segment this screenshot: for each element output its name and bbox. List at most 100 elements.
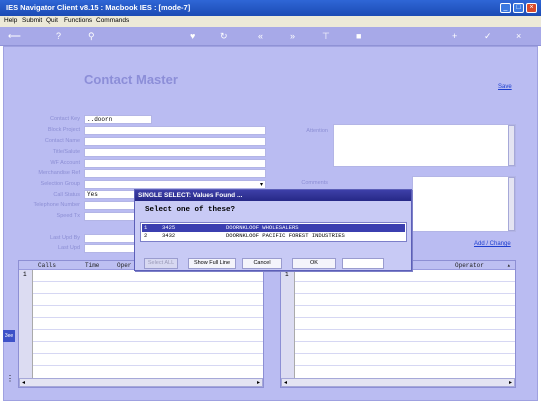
- label-telephone: Telephone Number: [33, 202, 80, 208]
- label-contact-name: Contact Name: [44, 138, 80, 144]
- table-row[interactable]: [295, 282, 515, 294]
- title-salute-field[interactable]: [84, 148, 266, 157]
- menu-quit[interactable]: Quit: [46, 17, 58, 24]
- menu-functions[interactable]: Functions: [64, 17, 92, 24]
- select-all-button[interactable]: Select ALL: [144, 258, 178, 269]
- fast-forward-icon[interactable]: »: [290, 31, 295, 41]
- menu-commands[interactable]: Commands: [96, 17, 129, 24]
- refresh-icon[interactable]: ↻: [220, 31, 228, 41]
- label-contact-key: Contact Key: [50, 116, 80, 122]
- table-row[interactable]: [295, 342, 515, 354]
- close-icon[interactable]: ×: [516, 31, 521, 41]
- side-badge[interactable]: 3ee: [3, 330, 15, 342]
- values-list: 1 3425 DOORNKLOOF WHOLESALERS 2 3432 DOO…: [140, 222, 407, 242]
- label-selection-group: Selection Group: [40, 181, 80, 187]
- telephone-field[interactable]: [84, 201, 136, 210]
- cancel-button[interactable]: Cancel: [242, 258, 282, 269]
- close-button[interactable]: ×: [526, 3, 537, 13]
- contact-key-field[interactable]: ..doorn: [84, 115, 152, 124]
- add-change-link[interactable]: Add / Change: [474, 241, 511, 247]
- filter-input[interactable]: [342, 258, 384, 269]
- list-item[interactable]: 1 3425 DOORNKLOOF WHOLESALERS: [142, 224, 405, 232]
- window-title: IES Navigator Client v8.15 : Macbook IES…: [6, 3, 191, 12]
- label-call-status: Call Status: [53, 192, 80, 198]
- minimize-button[interactable]: _: [500, 3, 511, 13]
- speed-tx-field[interactable]: [84, 212, 136, 221]
- plus-icon[interactable]: +: [452, 31, 457, 41]
- search-icon[interactable]: ⚲: [88, 31, 95, 41]
- table-row[interactable]: [33, 306, 263, 318]
- call-status-field[interactable]: Yes: [84, 190, 136, 199]
- scroll-left-icon[interactable]: ◂: [22, 379, 25, 386]
- check-icon[interactable]: ✓: [484, 31, 492, 41]
- ok-button[interactable]: OK: [292, 258, 336, 269]
- table-row[interactable]: [33, 342, 263, 354]
- column-header-oper[interactable]: Oper: [117, 262, 131, 269]
- attention-textarea[interactable]: [333, 124, 516, 167]
- show-full-line-button[interactable]: Show Full Line: [188, 258, 236, 269]
- row-number: 1: [144, 224, 148, 231]
- row-number: 1: [285, 271, 289, 278]
- stop-icon[interactable]: ■: [356, 31, 361, 41]
- dialog-prompt: Select one of these?: [145, 206, 236, 214]
- help-icon[interactable]: ?: [56, 31, 61, 41]
- last-upd-by-field: [84, 234, 136, 243]
- calls-horizontal-scrollbar[interactable]: ◂ ▸: [19, 378, 263, 387]
- calls-grid: Calls Time Oper 1 ◂ ▸: [18, 260, 264, 388]
- column-header-calls[interactable]: Calls: [38, 262, 56, 269]
- label-wf-account: WF Account: [50, 160, 80, 166]
- list-item[interactable]: 2 3432 DOORNKLOOF PACIFIC FOREST INDUSTR…: [142, 232, 405, 240]
- table-row[interactable]: [33, 318, 263, 330]
- label-last-upd: Last Upd: [57, 245, 80, 251]
- row-name: DOORNKLOOF WHOLESALERS: [226, 224, 299, 231]
- label-comments: Comments: [301, 180, 328, 186]
- wf-account-field[interactable]: [84, 159, 266, 168]
- operator-grid: Operator ▴ 1 ◂ ▸: [280, 260, 516, 388]
- menu-submit[interactable]: Submit: [22, 17, 42, 24]
- filter-icon[interactable]: ⊤: [322, 31, 330, 41]
- ellipsis-icon[interactable]: ⋮: [6, 374, 14, 383]
- scroll-left-icon[interactable]: ◂: [284, 379, 287, 386]
- table-row[interactable]: [295, 294, 515, 306]
- dialog-title: SINGLE SELECT: Values Found ...: [135, 190, 411, 201]
- table-row[interactable]: [33, 354, 263, 366]
- scroll-up-icon[interactable]: ▴: [507, 262, 511, 269]
- maximize-button[interactable]: □: [513, 3, 524, 13]
- table-row[interactable]: [295, 306, 515, 318]
- single-select-dialog: SINGLE SELECT: Values Found ... Select o…: [134, 189, 412, 271]
- table-row[interactable]: [33, 282, 263, 294]
- operator-horizontal-scrollbar[interactable]: ◂ ▸: [281, 378, 515, 387]
- menu-help[interactable]: Help: [4, 17, 17, 24]
- contact-name-field[interactable]: [84, 137, 266, 146]
- comments-textarea[interactable]: [412, 176, 516, 232]
- table-row[interactable]: [33, 294, 263, 306]
- table-row[interactable]: [295, 270, 515, 282]
- label-block-project: Block Project: [47, 127, 80, 133]
- column-header-time[interactable]: Time: [85, 262, 99, 269]
- scroll-right-icon[interactable]: ▸: [257, 379, 260, 386]
- table-row[interactable]: [295, 318, 515, 330]
- row-name: DOORNKLOOF PACIFIC FOREST INDUSTRIES: [226, 232, 345, 239]
- block-project-field[interactable]: [84, 126, 266, 135]
- merchandise-ref-field[interactable]: [84, 169, 266, 178]
- label-title-salute: Title/Salute: [52, 149, 80, 155]
- rewind-icon[interactable]: «: [258, 31, 263, 41]
- column-header-operator[interactable]: Operator: [455, 262, 484, 269]
- comments-scrollbar[interactable]: [508, 177, 515, 231]
- table-row[interactable]: [33, 270, 263, 282]
- scroll-right-icon[interactable]: ▸: [509, 379, 512, 386]
- back-arrow-icon[interactable]: ⟵: [8, 31, 21, 41]
- last-upd-field: [84, 244, 136, 253]
- row-code: 3425: [162, 224, 176, 231]
- table-row[interactable]: [295, 330, 515, 342]
- menu-bar: Help Submit Quit Functions Commands: [0, 16, 541, 27]
- attention-scrollbar[interactable]: [508, 125, 515, 166]
- save-link[interactable]: Save: [498, 84, 512, 90]
- heart-icon[interactable]: ♥: [190, 31, 195, 41]
- table-row[interactable]: [295, 354, 515, 366]
- row-code: 3432: [162, 232, 176, 239]
- label-last-upd-by: Last Upd By: [50, 235, 80, 241]
- table-row[interactable]: [33, 330, 263, 342]
- title-bar: IES Navigator Client v8.15 : Macbook IES…: [0, 0, 541, 16]
- selection-group-select[interactable]: ▾: [84, 180, 266, 189]
